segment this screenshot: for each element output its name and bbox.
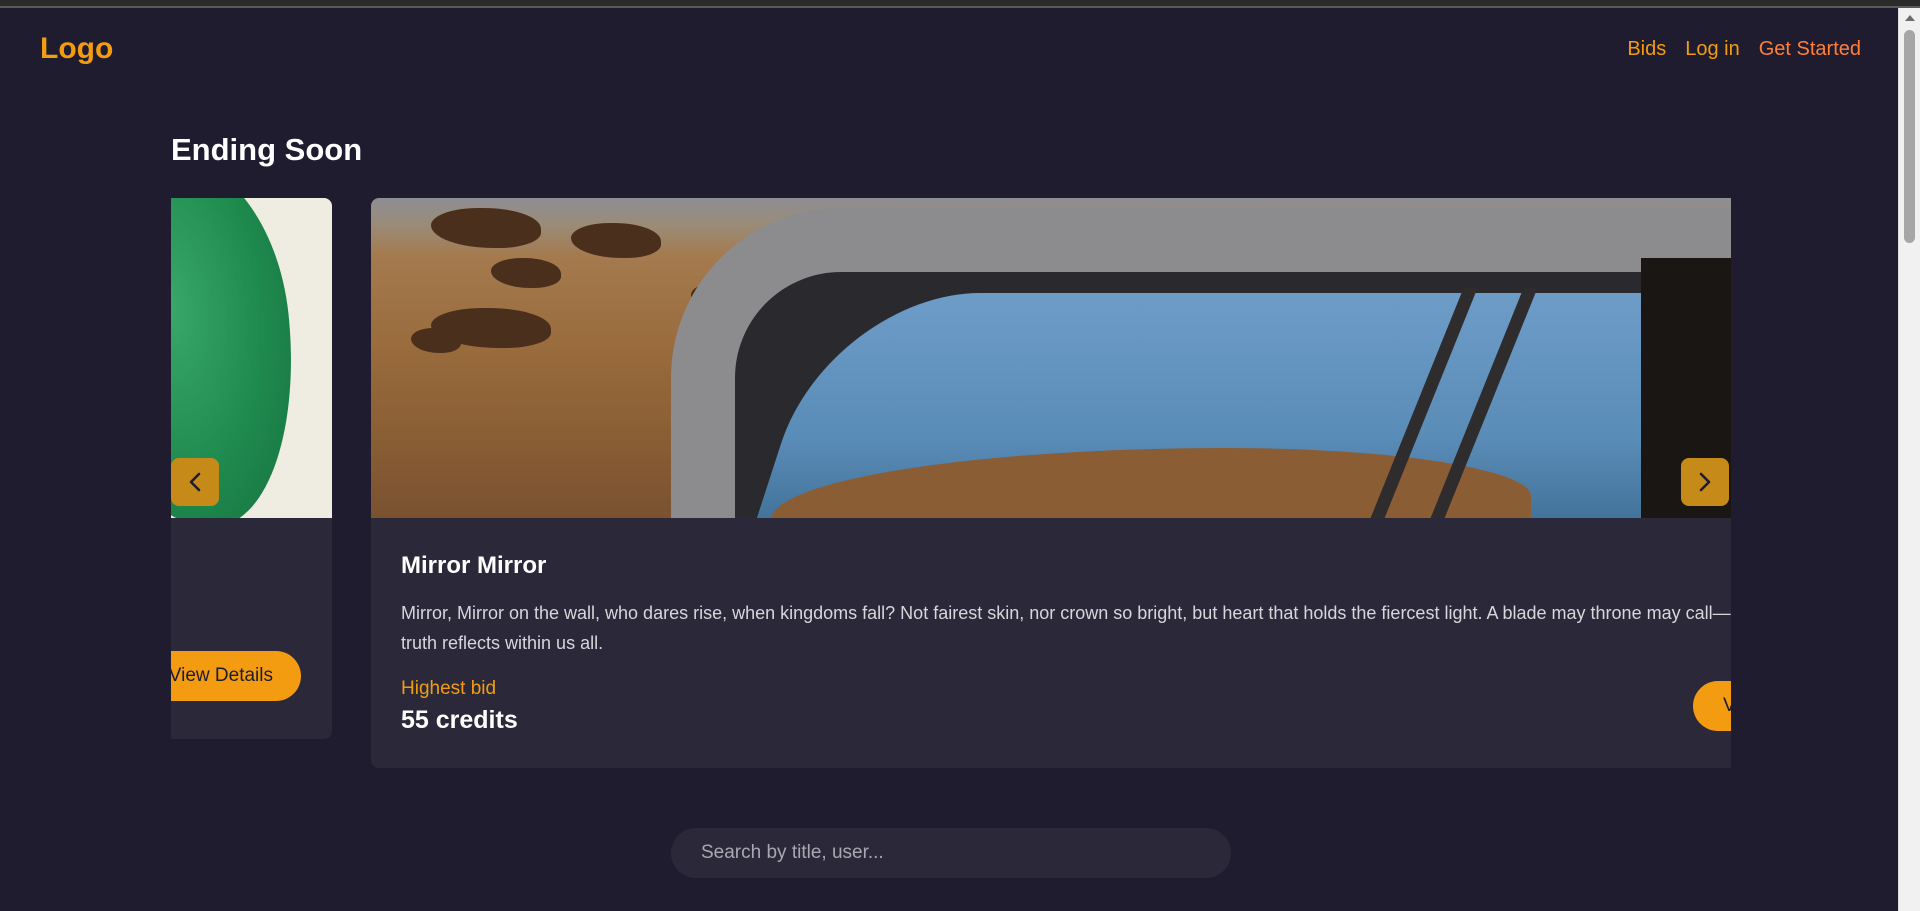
- carousel-prev-button[interactable]: [171, 458, 219, 506]
- nav-link-get-started[interactable]: Get Started: [1759, 38, 1861, 61]
- scrollbar[interactable]: [1898, 8, 1920, 911]
- view-details-button[interactable]: View Details: [1693, 681, 1731, 731]
- card-title: Mirror Mirror: [401, 552, 547, 579]
- rock-shape: [491, 258, 561, 288]
- highest-bid-label: Highest bid: [401, 678, 497, 699]
- chevron-left-icon: [189, 472, 201, 492]
- card-description: Mirror, Mirror on the wall, who dares ri…: [401, 603, 1731, 653]
- carousel-next-button[interactable]: [1681, 458, 1729, 506]
- logo[interactable]: Logo: [40, 32, 113, 66]
- highest-bid-value: 55 credits: [401, 706, 518, 734]
- chevron-right-icon: [1699, 472, 1711, 492]
- scrollbar-thumb[interactable]: [1904, 30, 1915, 243]
- nav-link-login[interactable]: Log in: [1685, 38, 1740, 61]
- card-image: [371, 198, 1731, 518]
- search-input[interactable]: [671, 828, 1231, 878]
- top-nav: Bids Log in Get Started: [1627, 38, 1861, 61]
- rock-shape: [431, 208, 541, 248]
- nav-link-bids[interactable]: Bids: [1627, 38, 1666, 61]
- scroll-up-icon[interactable]: [1905, 15, 1915, 21]
- view-details-button[interactable]: View Details: [171, 651, 301, 701]
- carousel: View Details Mirror Mirror Mirror, Mirro…: [171, 198, 1731, 778]
- rock-shape: [571, 223, 661, 258]
- auction-card: Mirror Mirror Mirror, Mirror on the wall…: [371, 198, 1731, 768]
- section-title: Ending Soon: [171, 132, 363, 167]
- browser-top-strip: [0, 0, 1920, 8]
